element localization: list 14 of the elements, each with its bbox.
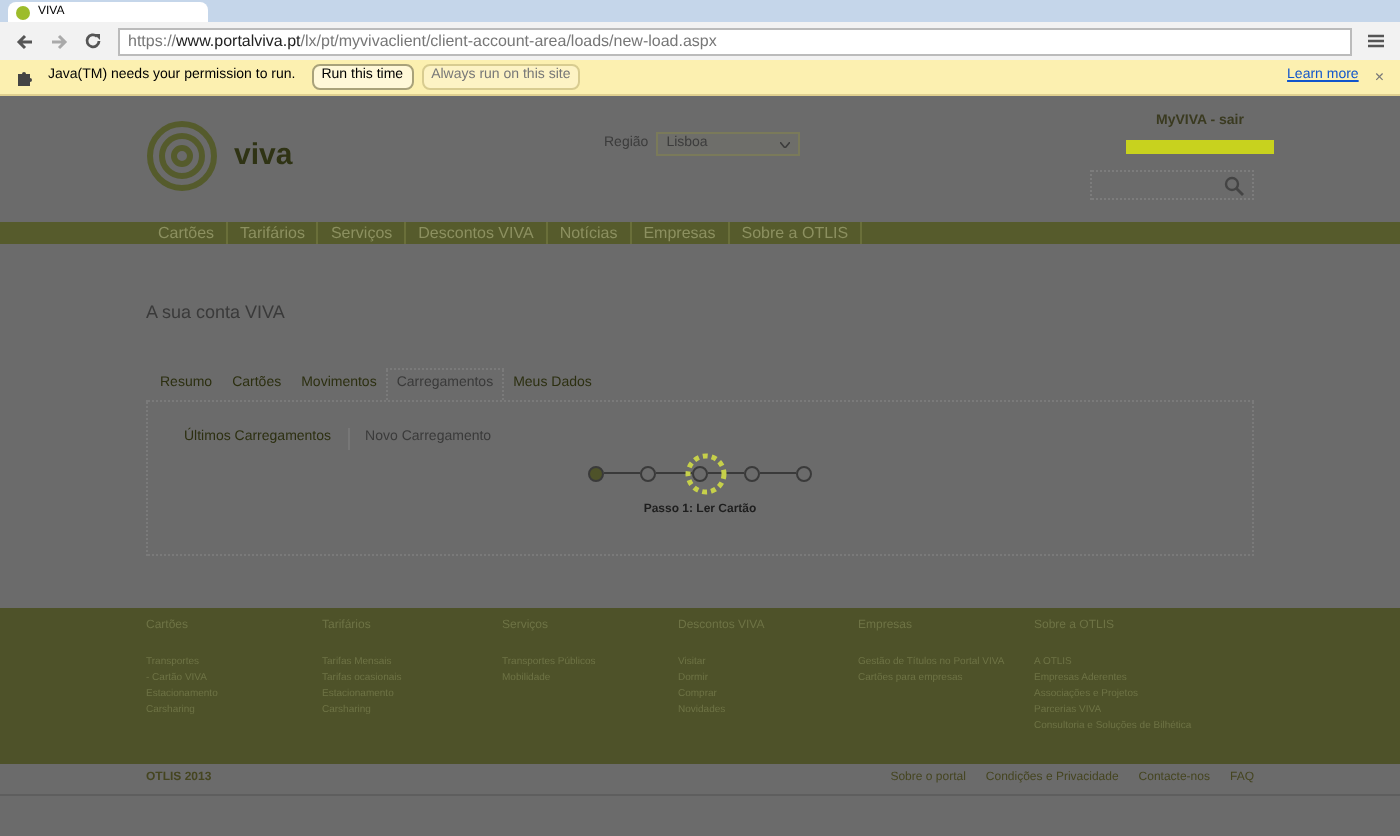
logo-icon: [146, 120, 218, 192]
loading-spinner-icon: [684, 451, 728, 495]
dropdown-caret-icon: [780, 141, 791, 147]
address-bar[interactable]: https://www.portalviva.pt/lx/pt/myvivaclient/client-account-area/loads/new-load.aspx: [118, 27, 1352, 55]
url-text: https://www.portalviva.pt/lx/pt/myvivaclient/client-account-area/loads/new-load.aspx: [128, 29, 717, 53]
search-field[interactable]: [1090, 170, 1254, 200]
back-icon[interactable]: [16, 33, 34, 49]
reload-icon[interactable]: [84, 32, 102, 50]
puzzle-icon: [16, 69, 32, 85]
close-icon[interactable]: ×: [1374, 65, 1384, 89]
search-icon: [1224, 175, 1244, 195]
menu-icon[interactable]: [1368, 34, 1384, 48]
logo-text: viva: [234, 135, 293, 176]
site-icon: [16, 5, 30, 19]
